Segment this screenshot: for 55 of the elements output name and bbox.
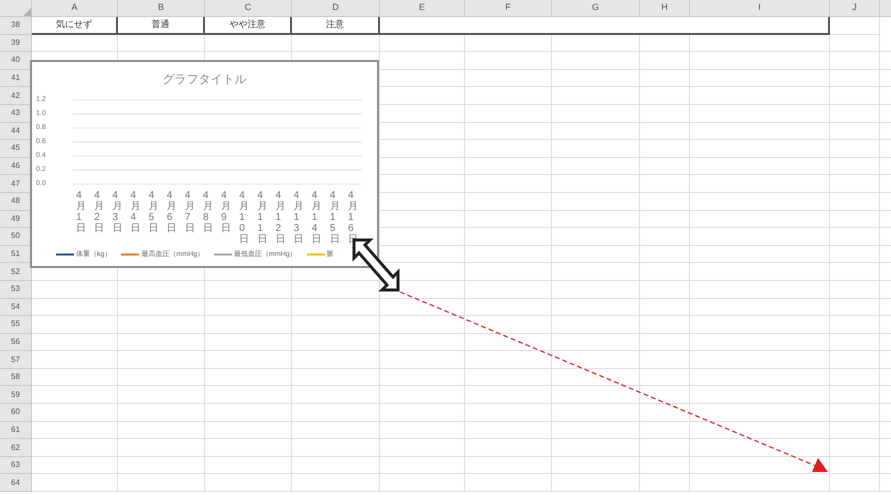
legend-line-icon: [56, 253, 74, 256]
column-header[interactable]: G: [552, 0, 640, 16]
row-header[interactable]: 55: [0, 316, 32, 334]
row-header[interactable]: 45: [0, 140, 32, 158]
column-header[interactable]: I: [690, 0, 830, 16]
row-header[interactable]: 56: [0, 334, 32, 352]
x-tick-label: 4月1日: [76, 190, 86, 236]
table-cell: 気にせず: [32, 17, 118, 35]
row-header[interactable]: 53: [0, 280, 32, 298]
row-header[interactable]: 52: [0, 263, 32, 281]
x-tick-label: 4月9日: [221, 190, 232, 236]
table-cell: やや注意: [205, 17, 292, 35]
row-header[interactable]: 64: [0, 474, 32, 492]
row-header[interactable]: 63: [0, 456, 32, 474]
x-tick-label: 4月3日: [112, 190, 122, 236]
row-header[interactable]: 57: [0, 351, 32, 369]
row-header[interactable]: 62: [0, 439, 32, 457]
column-header[interactable]: C: [205, 0, 292, 16]
chart-title: グラフタイトル: [162, 71, 246, 88]
legend-line-icon: [306, 253, 325, 256]
column-header[interactable]: D: [292, 0, 380, 16]
column-header[interactable]: E: [380, 0, 465, 16]
row-header[interactable]: 40: [0, 52, 32, 70]
x-tick-label: 4月8日: [202, 190, 213, 236]
row-header[interactable]: 58: [0, 368, 32, 386]
column-header[interactable]: H: [640, 0, 690, 16]
column-header[interactable]: F: [465, 0, 552, 16]
x-tick-label: 4月14日: [312, 190, 322, 245]
x-tick-label: 4月15日: [330, 190, 340, 245]
corner-triangle-icon: [23, 8, 31, 16]
row-header[interactable]: 59: [0, 386, 32, 404]
x-tick-label: 4月6日: [166, 190, 177, 236]
table-cell: 普通: [118, 17, 205, 35]
table-cell: 注意: [292, 17, 380, 35]
x-tick-label: 4月4日: [130, 190, 140, 236]
x-tick-label: 4月11日: [257, 190, 268, 245]
row-header[interactable]: 50: [0, 228, 32, 246]
x-tick-label: 4月12日: [275, 190, 286, 245]
row-header[interactable]: 39: [0, 34, 32, 52]
row-header[interactable]: 60: [0, 404, 32, 422]
row-header[interactable]: 42: [0, 87, 32, 105]
row-header[interactable]: 61: [0, 422, 32, 440]
legend-line-icon: [121, 253, 140, 256]
column-header[interactable]: J: [830, 0, 880, 16]
x-tick-label: 4月2日: [94, 190, 104, 236]
legend-line-icon: [214, 253, 232, 256]
x-tick-label: 4月13日: [294, 190, 304, 245]
x-tick-label: 4月7日: [184, 190, 195, 236]
x-tick-label: 4月10日: [239, 190, 250, 245]
row-header[interactable]: 54: [0, 298, 32, 316]
row-header[interactable]: 47: [0, 175, 32, 193]
column-header[interactable]: B: [118, 0, 205, 16]
x-tick-label: 4月5日: [148, 190, 159, 236]
row-header[interactable]: 38: [0, 17, 32, 35]
column-header[interactable]: A: [32, 0, 118, 16]
